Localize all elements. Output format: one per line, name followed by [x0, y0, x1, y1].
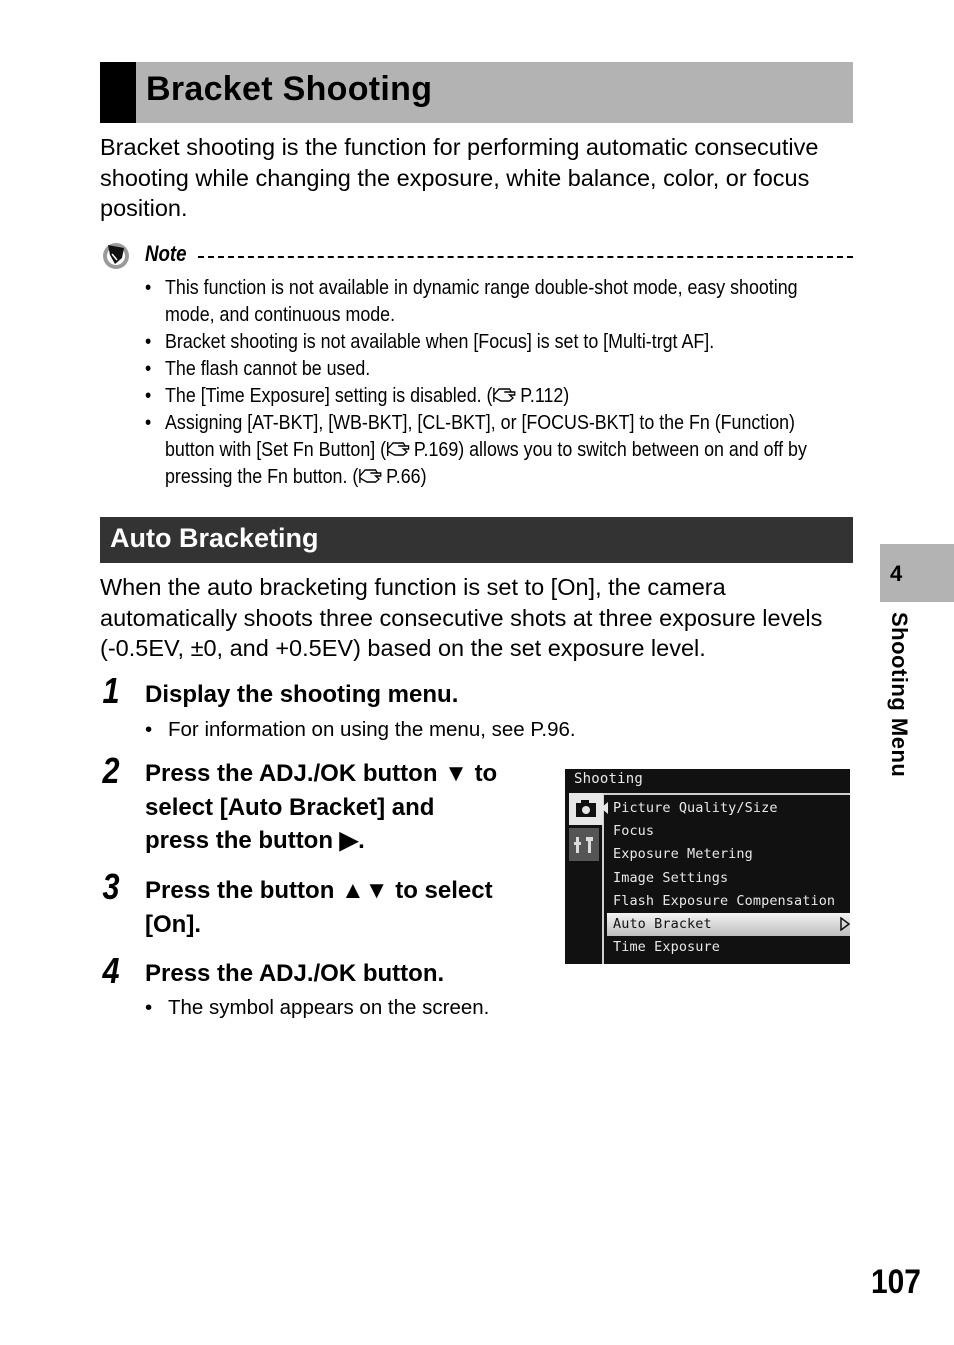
note-header: Note — [100, 240, 855, 270]
menu-item[interactable]: Time Exposure — [607, 936, 850, 959]
section-header: Auto Bracketing — [100, 517, 853, 563]
section-intro: When the auto bracketing function is set… — [100, 574, 823, 661]
menu-item-selected[interactable]: Auto Bracket — [607, 912, 850, 937]
note-list: This function is not available in dynami… — [145, 274, 855, 490]
setup-tab[interactable] — [569, 828, 599, 861]
title-marker — [100, 62, 136, 123]
camera-menu-screenshot: Shooting Picture Quality/Size Focus Expo… — [565, 769, 850, 964]
step-text: Press the ADJ./OK button. — [145, 960, 445, 987]
note-label: Note — [145, 241, 187, 266]
menu-item[interactable]: Image Settings — [607, 867, 850, 890]
setup-wrench-icon — [574, 837, 593, 853]
menu-item[interactable]: Flash Exposure Compensation — [607, 890, 850, 913]
step-bullet: • For information on using the menu, see … — [145, 718, 576, 741]
page-link[interactable]: P.66 — [386, 465, 420, 488]
page-reference-icon — [387, 442, 410, 456]
note-divider — [198, 256, 853, 258]
page-title: Bracket Shooting — [146, 70, 433, 108]
chapter-label: Shooting Menu — [887, 612, 912, 778]
page-reference-icon — [359, 469, 382, 483]
camera-tab[interactable] — [569, 793, 603, 825]
pencil-note-icon — [103, 243, 129, 269]
chapter-number: 4 — [890, 561, 903, 586]
page-reference-icon — [493, 388, 516, 402]
chevron-right-icon — [840, 916, 850, 931]
step-number: 2 — [102, 750, 120, 791]
intro-paragraph: Bracket shooting is the function for per… — [100, 134, 819, 221]
step-bullet: • The symbol appears on the screen. — [145, 996, 490, 1019]
section-title: Auto Bracketing — [110, 523, 319, 553]
note-item: The [Time Exposure] setting is disabled.… — [145, 382, 841, 409]
menu-item[interactable]: Picture Quality/Size — [607, 797, 850, 820]
note-item: Bracket shooting is not available when [… — [145, 328, 841, 355]
page-number: 107 — [871, 1263, 921, 1301]
camera-menu-rule — [603, 793, 850, 795]
camera-icon — [576, 800, 596, 817]
page-title-bar: Bracket Shooting — [100, 62, 853, 123]
step-number: 1 — [102, 670, 120, 711]
camera-menu-list: Picture Quality/Size Focus Exposure Mete… — [607, 797, 850, 959]
menu-item[interactable]: Focus — [607, 820, 850, 843]
camera-menu-title: Shooting — [574, 771, 644, 787]
note-item: The flash cannot be used. — [145, 355, 841, 382]
page-link[interactable]: P.169 — [414, 438, 458, 461]
note-item: This function is not available in dynami… — [145, 274, 841, 328]
step-text: Display the shooting menu. — [145, 681, 459, 708]
step-text: Press the ADJ./OK button ▼ to select [Au… — [145, 760, 498, 854]
note-item: Assigning [AT-BKT], [WB-BKT], [CL-BKT], … — [145, 409, 841, 490]
chapter-tab: 4 — [880, 544, 954, 602]
step-number: 3 — [102, 866, 120, 907]
page-link[interactable]: P.112 — [520, 384, 563, 407]
step-text: Press the button ▲▼ to select [On]. — [145, 877, 493, 938]
menu-item[interactable]: Exposure Metering — [607, 843, 850, 866]
step-number: 4 — [102, 950, 120, 991]
